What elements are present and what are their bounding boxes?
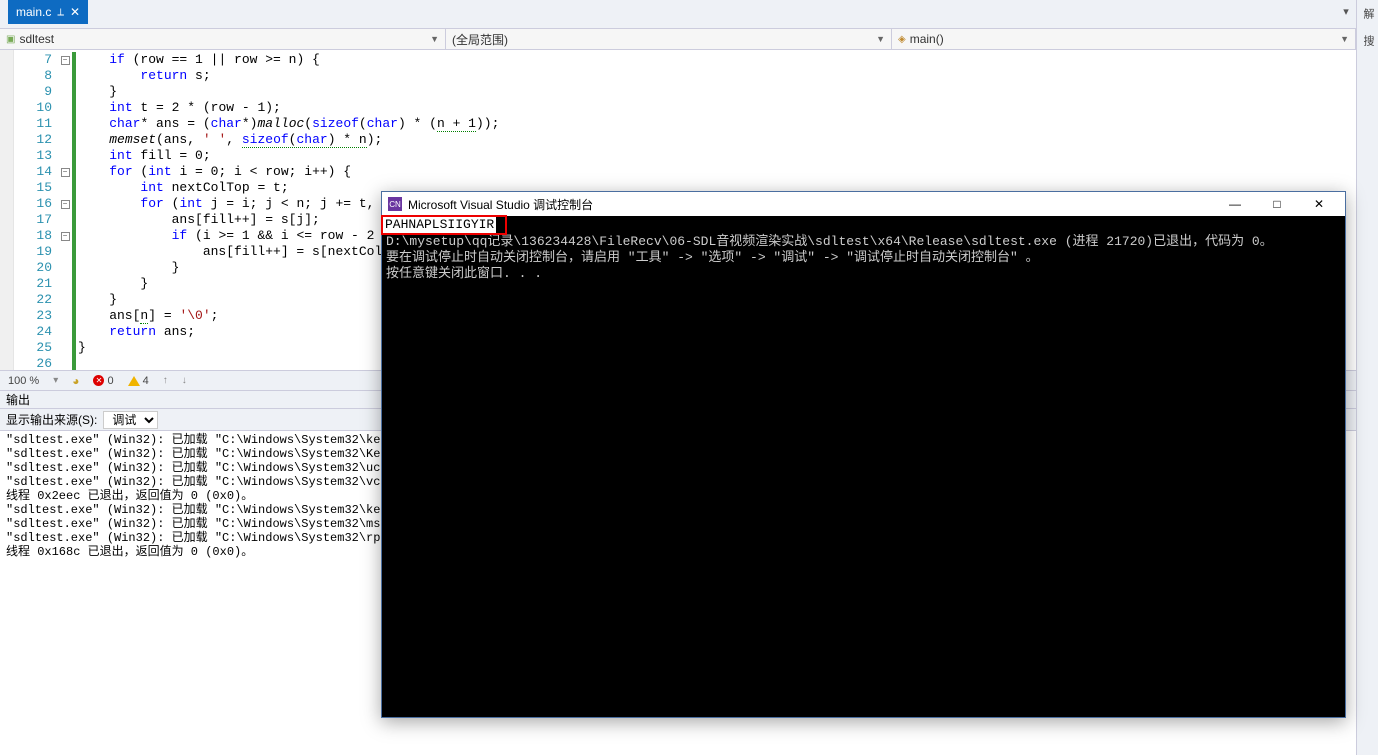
file-tab-main-c[interactable]: main.c ⟂ ✕ xyxy=(8,0,88,24)
minimize-button[interactable]: — xyxy=(1215,194,1255,214)
project-icon: ▣ xyxy=(6,34,15,45)
scope-function[interactable]: ◈ main() ▼ xyxy=(892,29,1356,49)
side-tool-tabs: 解 搜 xyxy=(1356,0,1378,755)
fold-gutter[interactable]: −−−−− xyxy=(58,50,72,370)
output-source-label: 显示输出来源(S): xyxy=(6,411,97,428)
warning-count[interactable]: 4 xyxy=(128,375,149,387)
chevron-down-icon: ▼ xyxy=(424,34,439,44)
zoom-level[interactable]: 100 % xyxy=(8,375,39,387)
error-icon: ✕ xyxy=(93,375,104,386)
close-button[interactable]: ✕ xyxy=(1299,194,1339,214)
scope-project[interactable]: ▣ sdltest ▼ xyxy=(0,29,446,49)
debug-console-window: CN Microsoft Visual Studio 调试控制台 — □ ✕ P… xyxy=(381,191,1346,718)
navigation-scope-bar: ▣ sdltest ▼ (全局范围) ▼ ◈ main() ▼ ╬ xyxy=(0,28,1378,50)
side-tab-search[interactable]: 搜 xyxy=(1357,27,1378,54)
lightbulb-icon[interactable]: ◕ xyxy=(72,374,79,388)
console-title-text: Microsoft Visual Studio 调试控制台 xyxy=(408,196,593,213)
chevron-down-icon: ▼ xyxy=(870,34,885,44)
maximize-button[interactable]: □ xyxy=(1257,194,1297,214)
line-number-gutter: 7891011121314151617181920212223242526272… xyxy=(14,50,58,370)
pin-icon[interactable]: ⟂ xyxy=(57,7,64,18)
breakpoint-gutter[interactable] xyxy=(0,50,14,370)
console-selection: PAHNAPLSIIGYIR xyxy=(383,217,496,233)
console-titlebar[interactable]: CN Microsoft Visual Studio 调试控制台 — □ ✕ xyxy=(382,192,1345,216)
chevron-down-icon[interactable]: ▾ xyxy=(53,375,58,386)
output-title: 输出 xyxy=(6,391,30,408)
side-tab-solution[interactable]: 解 xyxy=(1357,0,1378,27)
chevron-down-icon: ▼ xyxy=(1334,34,1349,44)
output-source-select[interactable]: 调试 xyxy=(103,411,158,429)
warning-icon xyxy=(128,376,140,386)
arrow-down-icon[interactable]: ↓ xyxy=(182,375,187,386)
file-tab-label: main.c xyxy=(16,5,51,19)
console-output[interactable]: PAHNAPLSIIGYIR D:\mysetup\qq记录\136234428… xyxy=(382,216,1345,717)
error-count[interactable]: ✕0 xyxy=(93,375,113,387)
method-icon: ◈ xyxy=(898,34,906,45)
scope-function-label: main() xyxy=(910,32,944,46)
close-icon[interactable]: ✕ xyxy=(70,5,80,19)
scope-global-label: (全局范围) xyxy=(452,31,508,48)
scope-global[interactable]: (全局范围) ▼ xyxy=(446,29,892,49)
document-tab-bar: main.c ⟂ ✕ ▾ ⚙ xyxy=(0,0,1378,28)
scope-project-label: sdltest xyxy=(19,32,54,46)
arrow-up-icon[interactable]: ↑ xyxy=(163,375,168,386)
dropdown-icon[interactable]: ▾ xyxy=(1338,3,1354,19)
console-app-icon: CN xyxy=(388,197,402,211)
